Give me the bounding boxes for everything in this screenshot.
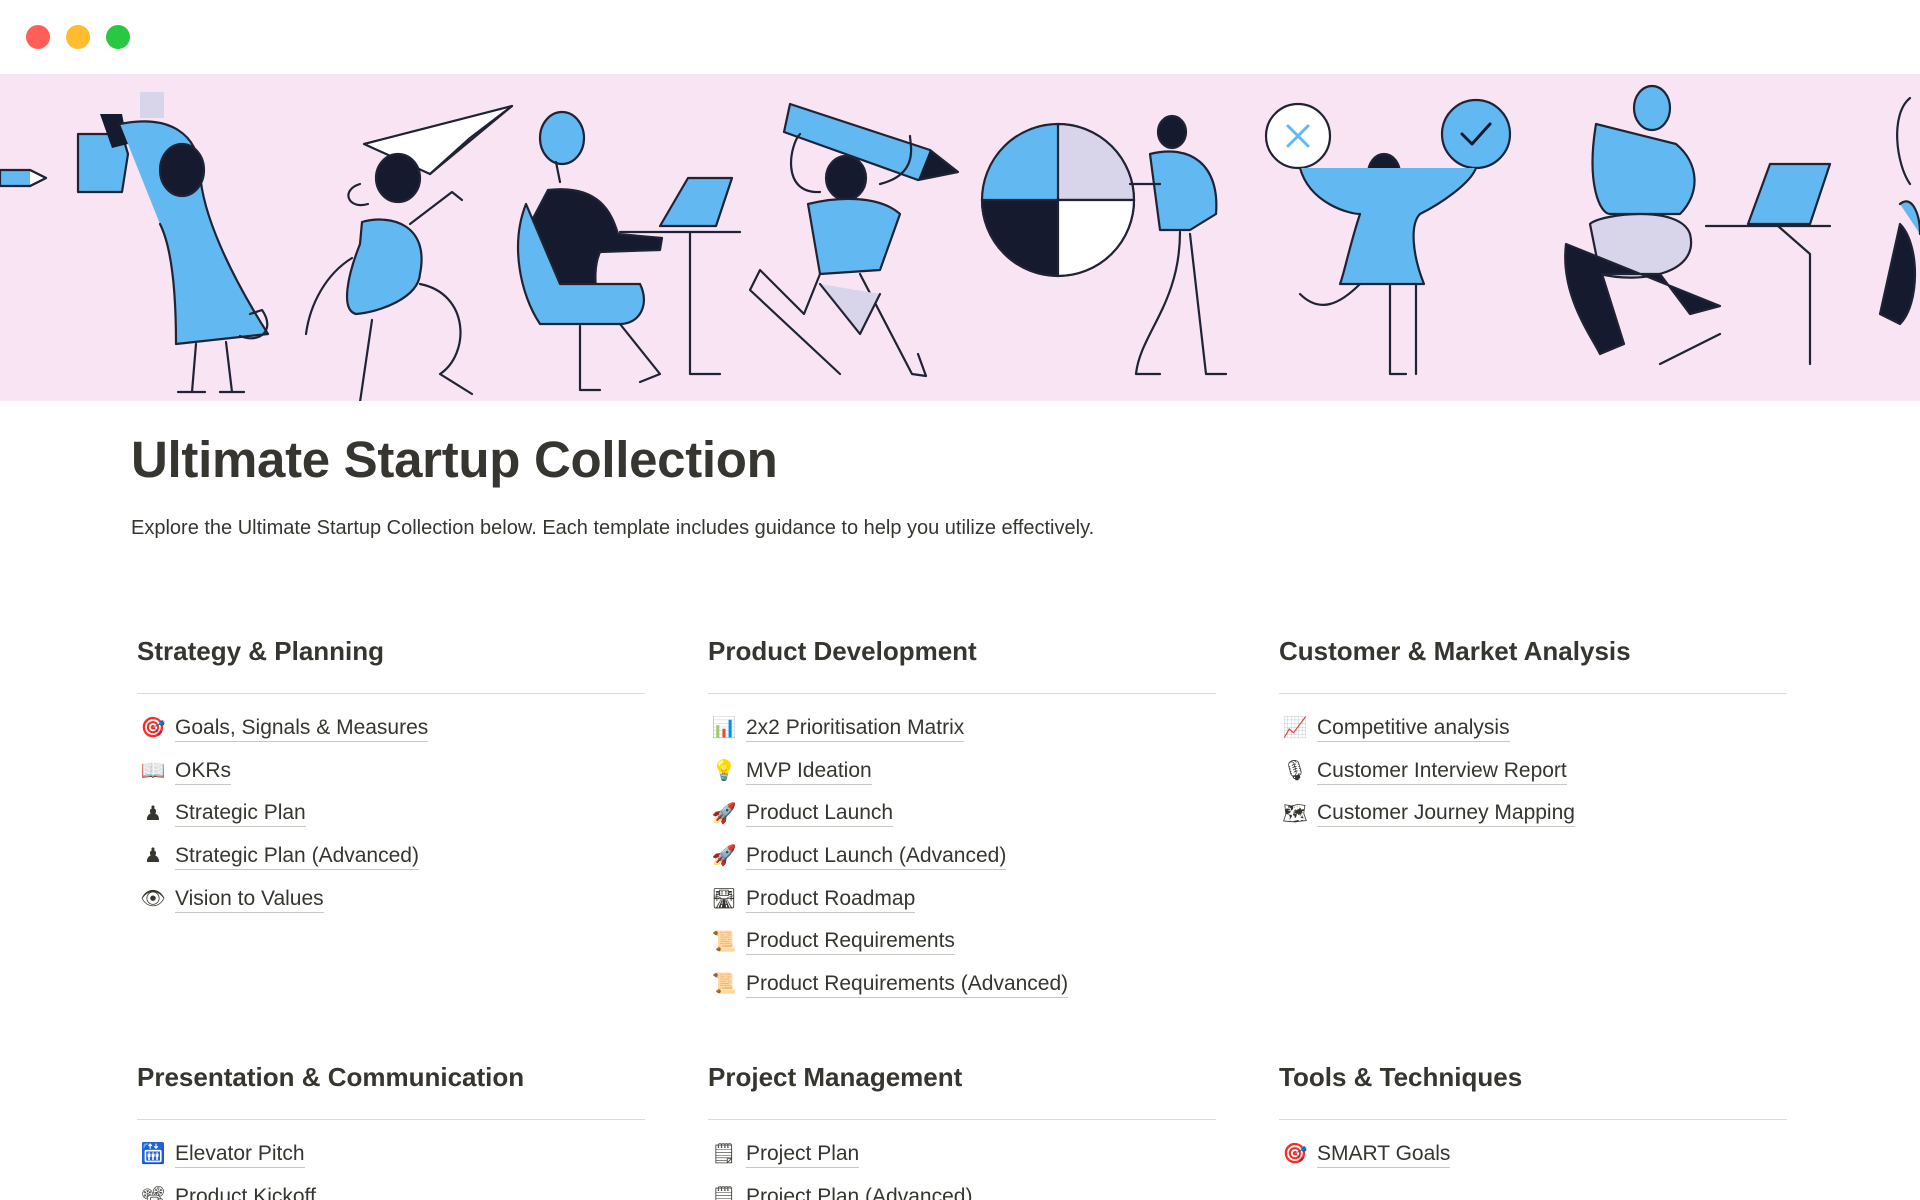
list-item[interactable]: 🛗 Elevator Pitch: [137, 1133, 645, 1176]
section-heading: Customer & Market Analysis: [1279, 636, 1787, 694]
page-link[interactable]: 2x2 Prioritisation Matrix: [746, 715, 965, 742]
list-item[interactable]: 👁 Vision to Values: [137, 878, 645, 921]
link-list: 📈 Competitive analysis 🎙 Customer Intervie…: [1279, 707, 1787, 835]
section-heading: Product Development: [708, 636, 1216, 694]
spiral-notepad-icon: 🗒: [711, 1143, 737, 1166]
map-icon: 🗺: [1282, 802, 1308, 825]
list-item[interactable]: 📜 Product Requirements (Advanced): [708, 963, 1216, 1006]
section-heading: Presentation & Communication: [137, 1062, 645, 1120]
section-presentation-communication: Presentation & Communication 🛗 Elevator P…: [137, 1062, 645, 1200]
scroll-icon: 📜: [711, 930, 737, 953]
page-link[interactable]: Elevator Pitch: [175, 1141, 305, 1168]
list-item[interactable]: 🗒 Project Plan: [708, 1133, 1216, 1176]
page-link[interactable]: Product Kickoff: [175, 1184, 316, 1200]
eye-icon: 👁: [140, 888, 166, 911]
link-list: 🛗 Elevator Pitch 📽 Product Kickoff: [137, 1133, 645, 1200]
window-titlebar: [0, 0, 1920, 74]
page-link[interactable]: Vision to Values: [175, 886, 324, 913]
list-item[interactable]: 📽 Product Kickoff: [137, 1176, 645, 1200]
page-title: Ultimate Startup Collection: [131, 431, 778, 488]
page-link[interactable]: Product Roadmap: [746, 886, 916, 913]
section-strategy-planning: Strategy & Planning 🎯 Goals, Signals & Me…: [137, 636, 645, 920]
list-item[interactable]: 🚀 Product Launch: [708, 792, 1216, 835]
list-item[interactable]: 🎯 Goals, Signals & Measures: [137, 707, 645, 750]
list-item[interactable]: 📊 2x2 Prioritisation Matrix: [708, 707, 1216, 750]
page-link[interactable]: Competitive analysis: [1317, 715, 1510, 742]
trending-up-chart-icon: 📈: [1282, 717, 1308, 740]
microphone-icon: 🎙: [1282, 760, 1308, 783]
page-link[interactable]: Product Requirements (Advanced): [746, 971, 1069, 998]
link-list: 📊 2x2 Prioritisation Matrix 💡 MVP Ideation…: [708, 707, 1216, 1006]
page-link[interactable]: OKRs: [175, 758, 232, 785]
list-item[interactable]: 📖 OKRs: [137, 750, 645, 793]
rocket-icon: 🚀: [711, 845, 737, 868]
list-item[interactable]: 🗒 Project Plan (Advanced): [708, 1176, 1216, 1200]
motorway-icon: 🛣: [711, 888, 737, 911]
section-heading: Project Management: [708, 1062, 1216, 1120]
link-list: 🎯 SMART Goals: [1279, 1133, 1787, 1176]
cover-image: [0, 74, 1920, 401]
bar-chart-icon: 📊: [711, 717, 737, 740]
open-book-icon: 📖: [140, 760, 166, 783]
chess-pawn-icon: ♟: [144, 845, 162, 868]
page-link[interactable]: Customer Journey Mapping: [1317, 800, 1575, 828]
list-item[interactable]: 📜 Product Requirements: [708, 920, 1216, 963]
section-project-management: Project Management 🗒 Project Plan 🗒 Projec…: [708, 1062, 1216, 1200]
list-item[interactable]: ♟ Strategic Plan (Advanced): [137, 835, 645, 878]
list-item[interactable]: 📈 Competitive analysis: [1279, 707, 1787, 750]
list-item[interactable]: ♟ Strategic Plan: [137, 792, 645, 835]
light-bulb-icon: 💡: [711, 760, 737, 783]
list-item[interactable]: 💡 MVP Ideation: [708, 750, 1216, 793]
page-link[interactable]: Strategic Plan (Advanced): [175, 843, 419, 870]
page-link[interactable]: Product Launch: [746, 800, 894, 828]
spiral-notepad-icon: 🗒: [711, 1186, 737, 1200]
page-link[interactable]: Strategic Plan: [175, 800, 306, 828]
list-item[interactable]: 🎯 SMART Goals: [1279, 1133, 1787, 1176]
elevator-icon: 🛗: [140, 1143, 166, 1166]
minimize-window-button[interactable]: [66, 25, 90, 49]
list-item[interactable]: 🗺 Customer Journey Mapping: [1279, 792, 1787, 835]
cover-illustration: [0, 84, 1920, 401]
link-list: 🗒 Project Plan 🗒 Project Plan (Advanced): [708, 1133, 1216, 1200]
page-link[interactable]: Goals, Signals & Measures: [175, 715, 429, 742]
scroll-icon: 📜: [711, 973, 737, 996]
page-link[interactable]: Product Requirements: [746, 928, 955, 956]
chess-pawn-icon: ♟: [144, 802, 162, 825]
project-icon: 📽: [140, 1186, 166, 1200]
rocket-icon: 🚀: [711, 802, 737, 825]
target-icon: 🎯: [140, 717, 166, 740]
section-tools-techniques: Tools & Techniques 🎯 SMART Goals: [1279, 1062, 1787, 1176]
link-list: 🎯 Goals, Signals & Measures 📖 OKRs ♟ Strate…: [137, 707, 645, 920]
page-link[interactable]: SMART Goals: [1317, 1141, 1451, 1168]
page-link[interactable]: Project Plan (Advanced): [746, 1184, 972, 1200]
section-heading: Tools & Techniques: [1279, 1062, 1787, 1120]
section-product-development: Product Development 📊 2x2 Prioritisation …: [708, 636, 1216, 1006]
section-customer-market-analysis: Customer & Market Analysis 📈 Competitive …: [1279, 636, 1787, 835]
page-link[interactable]: Project Plan: [746, 1141, 860, 1168]
page-link[interactable]: MVP Ideation: [746, 758, 872, 785]
page-link[interactable]: Customer Interview Report: [1317, 758, 1567, 785]
page-description: Explore the Ultimate Startup Collection …: [131, 517, 1095, 539]
list-item[interactable]: 🎙 Customer Interview Report: [1279, 750, 1787, 793]
close-window-button[interactable]: [26, 25, 50, 49]
section-heading: Strategy & Planning: [137, 636, 645, 694]
list-item[interactable]: 🛣 Product Roadmap: [708, 878, 1216, 921]
target-icon: 🎯: [1282, 1143, 1308, 1166]
list-item[interactable]: 🚀 Product Launch (Advanced): [708, 835, 1216, 878]
zoom-window-button[interactable]: [106, 25, 130, 49]
page-link[interactable]: Product Launch (Advanced): [746, 843, 1007, 870]
